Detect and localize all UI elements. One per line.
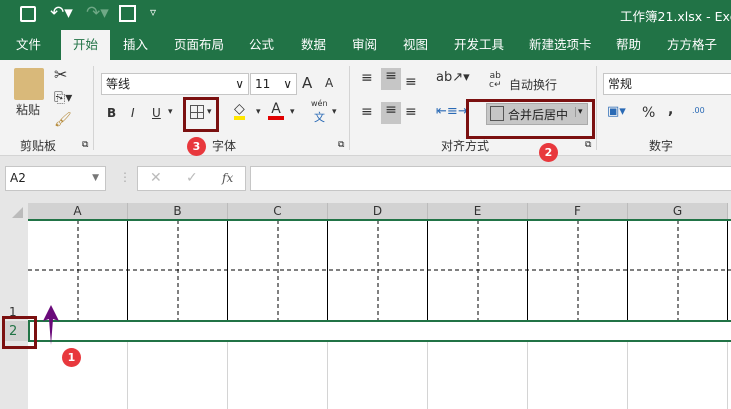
column-header-e[interactable]: E (428, 203, 528, 220)
cancel-button[interactable]: ✕ (150, 167, 162, 190)
tab-home[interactable]: 开始 (61, 30, 110, 60)
decrease-indent-icon[interactable]: ⇤≡ (436, 104, 458, 119)
tab-fangfang[interactable]: 方方格子 (667, 30, 717, 60)
annotation-box-borders (183, 97, 219, 132)
enter-button[interactable]: ✓ (186, 167, 198, 190)
name-box[interactable]: A2 ▼ (5, 166, 106, 191)
column-header-g[interactable]: G (628, 203, 728, 220)
formula-input[interactable] (250, 166, 731, 191)
wrap-text-icon[interactable]: ab c↵ (489, 72, 502, 90)
wrap-text-button[interactable]: 自动换行 (509, 76, 557, 93)
align-right-icon[interactable]: ≡ (405, 104, 417, 120)
tab-page-layout[interactable]: 页面布局 (174, 30, 224, 60)
accounting-format-icon[interactable]: ▣▾ (607, 104, 626, 119)
selected-row-2[interactable] (28, 320, 731, 342)
save-icon[interactable] (20, 6, 36, 22)
tab-new[interactable]: 新建选项卡 (529, 30, 592, 60)
tab-help[interactable]: 帮助 (616, 30, 641, 60)
bold-button[interactable]: B (107, 106, 116, 120)
annotation-badge-1: 1 (62, 348, 81, 367)
font-group-label: 字体 (212, 139, 237, 153)
paste-icon[interactable] (14, 68, 44, 100)
dialog-launcher-icon[interactable]: ⧉ (82, 140, 88, 150)
percent-button[interactable]: % (642, 105, 655, 121)
tab-insert[interactable]: 插入 (123, 30, 148, 60)
tab-formulas[interactable]: 公式 (249, 30, 274, 60)
orientation-icon[interactable]: ab↗▾ (436, 70, 470, 85)
paste-button[interactable]: 粘贴 (16, 101, 40, 118)
font-name-select[interactable]: 等线 ∨ (101, 73, 249, 95)
tab-developer[interactable]: 开发工具 (454, 30, 504, 60)
column-header-b[interactable]: B (128, 203, 228, 220)
dialog-launcher-icon[interactable]: ⧉ (338, 140, 344, 150)
form-icon[interactable] (119, 5, 136, 22)
tab-data[interactable]: 数据 (301, 30, 326, 60)
align-bottom-icon[interactable]: ≡ (405, 74, 417, 90)
annotation-box-merge (466, 99, 595, 139)
window-title: 工作簿21.xlsx - Exc (620, 9, 731, 24)
column-header-a[interactable]: A (28, 203, 128, 220)
title-bar: ↶▾ ↷▾ ▿ 工作簿21.xlsx - Exc (0, 0, 731, 30)
undo-icon[interactable]: ↶▾ (50, 3, 73, 23)
tab-review[interactable]: 审阅 (352, 30, 377, 60)
grow-font-button[interactable]: A (302, 74, 312, 92)
increase-decimal-button[interactable]: .00 (692, 106, 705, 115)
comma-button[interactable]: , (668, 102, 673, 118)
select-all-button[interactable] (0, 203, 28, 220)
fill-color-icon[interactable]: ◇ (234, 102, 245, 120)
number-group-label: 数字 (649, 139, 674, 153)
italic-button[interactable]: I (131, 106, 135, 120)
cut-icon[interactable]: ✂ (54, 65, 67, 84)
row1-dashed-borders (28, 220, 731, 320)
font-size-select[interactable]: 11 ∨ (250, 73, 297, 95)
column-header-f[interactable]: F (528, 203, 628, 220)
font-color-button[interactable]: A (268, 102, 284, 120)
align-top-icon[interactable]: ≡ (361, 70, 373, 86)
ribbon: 粘贴 ✂ ⎘▾ 🖌 剪贴板 ⧉ 等线 ∨ 11 ∨ A A B I U ▾ ▾ ◇ … (0, 60, 731, 156)
insert-function-button[interactable]: fx (222, 167, 233, 190)
formula-buttons: ✕ ✓ fx (137, 166, 246, 191)
tab-file[interactable]: 文件 (16, 30, 41, 60)
align-middle-icon[interactable]: ≡ (381, 68, 401, 90)
column-header-c[interactable]: C (228, 203, 328, 220)
clipboard-group-label: 剪贴板 (20, 139, 57, 153)
arrow-up-icon (43, 305, 59, 345)
underline-button[interactable]: U (152, 106, 161, 120)
align-left-icon[interactable]: ≡ (361, 104, 373, 120)
qat-dropdown-icon[interactable]: ▿ (150, 5, 156, 19)
align-center-icon[interactable]: ≡ (381, 102, 401, 124)
annotation-badge-2: 2 (539, 143, 558, 162)
number-format-select[interactable]: 常规 (603, 73, 731, 95)
format-painter-icon[interactable]: 🖌 (54, 112, 72, 128)
ribbon-tabs: 文件 开始 插入 页面布局 公式 数据 审阅 视图 开发工具 新建选项卡 帮助 … (0, 30, 731, 60)
dialog-launcher-icon[interactable]: ⧉ (585, 140, 591, 150)
shrink-font-button[interactable]: A (325, 76, 333, 90)
phonetic-top[interactable]: wén (311, 99, 328, 108)
copy-icon[interactable]: ⎘▾ (54, 90, 72, 106)
tab-view[interactable]: 视图 (403, 30, 428, 60)
redo-icon[interactable]: ↷▾ (86, 3, 109, 23)
column-header-d[interactable]: D (328, 203, 428, 220)
phonetic-icon[interactable]: 文 (314, 109, 325, 125)
alignment-group-label: 对齐方式 (441, 139, 490, 153)
annotation-badge-3: 3 (187, 137, 206, 156)
annotation-box-row-header (2, 316, 37, 349)
